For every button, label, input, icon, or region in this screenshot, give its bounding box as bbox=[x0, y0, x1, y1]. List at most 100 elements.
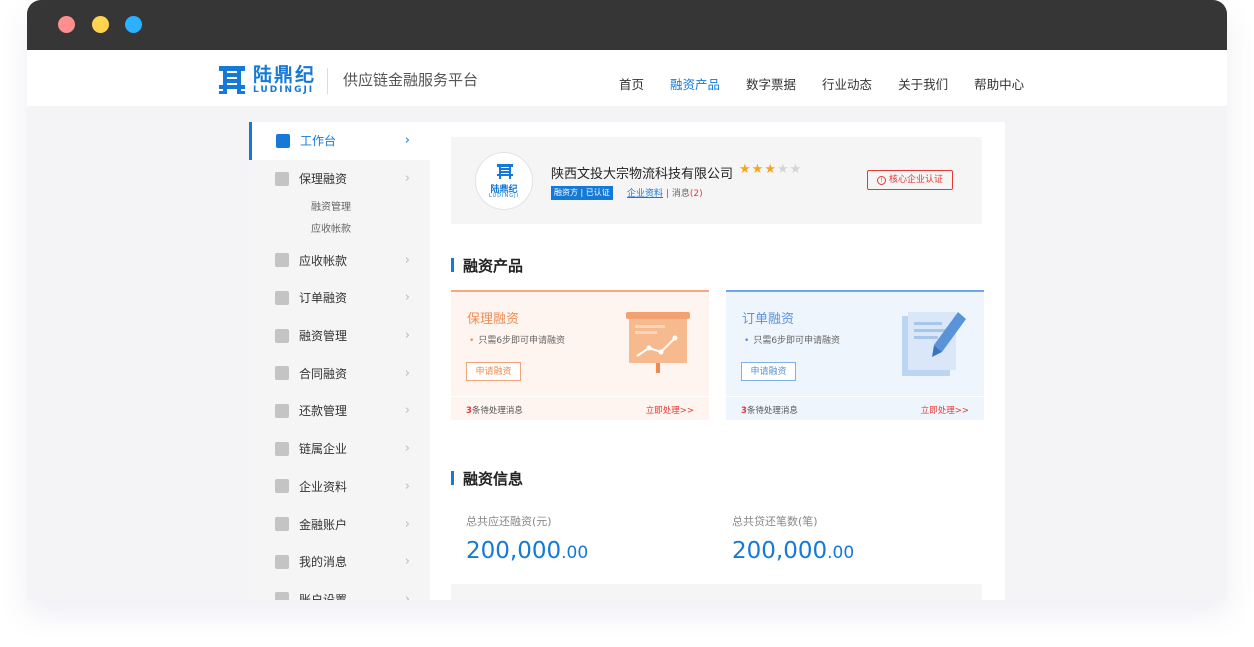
messages-count: (2) bbox=[689, 189, 703, 199]
handle-now-link[interactable]: 立即处理>> bbox=[646, 404, 694, 416]
briefcase-icon bbox=[275, 441, 289, 456]
grid-icon bbox=[275, 328, 289, 343]
logo-divider bbox=[327, 68, 328, 94]
avatar-logo-en: LUDINGJI bbox=[488, 193, 520, 199]
stat-value-total-repayable: 200,000.00 bbox=[466, 538, 589, 564]
sidebar-item-label: 我的消息 bbox=[299, 555, 348, 570]
sidebar-item-contract-financing[interactable]: 合同融资 › bbox=[249, 354, 430, 392]
sidebar-item-order-financing[interactable]: 订单融资 › bbox=[249, 279, 430, 317]
sidebar-subitem-receivables[interactable]: 应收帐款 bbox=[249, 219, 430, 241]
stat-value-total-loan-count: 200,000.00 bbox=[732, 538, 855, 564]
pending-messages: 3条待处理消息 bbox=[741, 406, 798, 416]
card-title: 订单融资 bbox=[742, 312, 795, 327]
dashboard-icon bbox=[276, 133, 290, 148]
card-footer: 3条待处理消息 立即处理>> bbox=[726, 396, 984, 420]
link-separator: | bbox=[665, 189, 669, 199]
nav-item-about-us[interactable]: 关于我们 bbox=[898, 74, 948, 93]
document-pen-icon bbox=[898, 310, 968, 378]
logo-english-text: LUDINGJI bbox=[253, 84, 315, 95]
sidebar-item-label: 订单融资 bbox=[299, 291, 348, 306]
nav-item-help-center[interactable]: 帮助中心 bbox=[974, 74, 1024, 93]
sidebar-item-receivables[interactable]: 应收帐款 › bbox=[249, 241, 430, 279]
cert-label: 核心企业认证 bbox=[888, 175, 943, 185]
document-icon bbox=[275, 290, 289, 305]
main-content: 陆鼎纪 LUDINGJI 陕西文投大宗物流科技有限公司 ★★★★★ 融资方 | … bbox=[430, 122, 1005, 600]
apply-financing-button[interactable]: 申请融资 bbox=[466, 362, 521, 381]
alert-circle-icon: ! bbox=[876, 176, 886, 185]
brand-logo[interactable]: 陆鼎纪 LUDINGJI bbox=[217, 64, 316, 96]
sidebar-item-label: 链属企业 bbox=[299, 442, 348, 457]
sidebar-item-label: 还款管理 bbox=[299, 404, 348, 419]
sidebar-item-factoring[interactable]: 保理融资 › bbox=[249, 160, 430, 198]
chevron-right-icon: › bbox=[404, 554, 410, 570]
browser-window: 陆鼎纪 LUDINGJI 供应链金融服务平台 首页 融资产品 数字票据 行业动态… bbox=[27, 0, 1227, 600]
sidebar-item-affiliated-companies[interactable]: 链属企业 › bbox=[249, 430, 430, 468]
sidebar-item-my-messages[interactable]: 我的消息 › bbox=[249, 543, 430, 581]
sidebar-item-financing-management[interactable]: 融资管理 › bbox=[249, 317, 430, 355]
profile-card-icon bbox=[275, 479, 289, 494]
close-window-dot[interactable] bbox=[58, 16, 75, 33]
messages-link[interactable]: 消息(2) bbox=[672, 189, 703, 199]
core-enterprise-cert-button[interactable]: ! 核心企业认证 bbox=[867, 170, 953, 190]
card-footer: 3条待处理消息 立即处理>> bbox=[451, 396, 709, 420]
money-bag-icon bbox=[275, 171, 289, 186]
sidebar-menu: 工作台 › 保理融资 › 融资管理 应收帐款 应收帐款 › 订单融资 › 融资管… bbox=[249, 122, 430, 600]
sidebar-item-label: 合同融资 bbox=[299, 366, 348, 381]
maximize-window-dot[interactable] bbox=[125, 16, 142, 33]
stat-label-total-loan-count: 总共贷还笔数(笔) bbox=[732, 515, 818, 528]
sidebar-item-label: 工作台 bbox=[300, 134, 337, 149]
sidebar-item-label: 融资管理 bbox=[299, 329, 348, 344]
messages-label: 消息 bbox=[671, 189, 690, 199]
chevron-right-icon: › bbox=[404, 365, 410, 381]
logo-mark-icon bbox=[217, 64, 247, 96]
chevron-right-icon: › bbox=[404, 328, 410, 344]
sidebar-item-label: 账户设置 bbox=[299, 592, 348, 600]
chevron-right-icon: › bbox=[404, 171, 410, 187]
nav-item-financing-products[interactable]: 融资产品 bbox=[670, 74, 720, 93]
sidebar-item-label: 企业资料 bbox=[299, 479, 348, 494]
company-rating: ★★★★★ bbox=[739, 162, 802, 177]
card-description: • 只需6步即可申请融资 bbox=[469, 336, 566, 346]
logo-chinese-text: 陆鼎纪 bbox=[253, 63, 317, 86]
chevron-right-icon: › bbox=[404, 441, 410, 457]
sidebar-item-label: 保理融资 bbox=[299, 172, 348, 187]
sidebar-item-workbench[interactable]: 工作台 › bbox=[249, 122, 430, 160]
product-card-order-financing: 订单融资 • 只需6步即可申请融资 申请融资 3条待处理消息 立即处理>> bbox=[726, 290, 984, 420]
card-title: 保理融资 bbox=[467, 312, 520, 327]
chevron-right-icon: › bbox=[404, 133, 410, 149]
company-profile-link[interactable]: 企业资料 bbox=[627, 189, 663, 199]
sidebar-item-account-settings[interactable]: 账户设置 › bbox=[249, 581, 430, 600]
contract-icon bbox=[275, 366, 289, 381]
company-name: 陕西文投大宗物流科技有限公司 bbox=[551, 167, 734, 182]
star-empty-icon: ★ bbox=[776, 162, 790, 177]
stat-label-total-repayable: 总共应还融资(元) bbox=[466, 515, 552, 528]
company-links: 企业资料 | 消息(2) bbox=[627, 186, 703, 199]
chevron-right-icon: › bbox=[404, 290, 410, 306]
company-avatar[interactable]: 陆鼎纪 LUDINGJI bbox=[475, 152, 533, 210]
chevron-right-icon: › bbox=[404, 516, 410, 532]
shield-yen-icon bbox=[275, 253, 289, 268]
sidebar-item-label: 金融账户 bbox=[299, 517, 348, 532]
minimize-window-dot[interactable] bbox=[92, 16, 109, 33]
platform-title: 供应链金融服务平台 bbox=[343, 71, 479, 89]
nav-item-industry-news[interactable]: 行业动态 bbox=[822, 74, 872, 93]
sidebar-item-company-profile[interactable]: 企业资料 › bbox=[249, 468, 430, 506]
pencil-icon bbox=[275, 403, 289, 418]
star-filled-icon: ★ bbox=[739, 162, 752, 177]
sidebar-item-financial-account[interactable]: 金融账户 › bbox=[249, 505, 430, 543]
main-nav-menu: 首页 融资产品 数字票据 行业动态 关于我们 帮助中心 bbox=[619, 74, 1050, 93]
apply-financing-button[interactable]: 申请融资 bbox=[741, 362, 796, 381]
company-info-panel: 陆鼎纪 LUDINGJI 陕西文投大宗物流科技有限公司 ★★★★★ 融资方 | … bbox=[451, 137, 982, 224]
products-section-title: 融资产品 bbox=[451, 255, 523, 276]
nav-item-digital-bills[interactable]: 数字票据 bbox=[746, 74, 796, 93]
chevron-right-icon: › bbox=[404, 591, 410, 600]
chevron-right-icon: › bbox=[404, 252, 410, 268]
sidebar-subitem-financing-management[interactable]: 融资管理 bbox=[249, 197, 430, 219]
handle-now-link[interactable]: 立即处理>> bbox=[921, 404, 969, 416]
sidebar-item-repayment[interactable]: 还款管理 › bbox=[249, 392, 430, 430]
bell-icon bbox=[275, 554, 289, 569]
card-description: • 只需6步即可申请融资 bbox=[744, 336, 841, 346]
nav-item-home[interactable]: 首页 bbox=[619, 74, 644, 93]
star-filled-icon: ★ bbox=[751, 162, 765, 177]
presentation-chart-icon bbox=[623, 310, 693, 378]
